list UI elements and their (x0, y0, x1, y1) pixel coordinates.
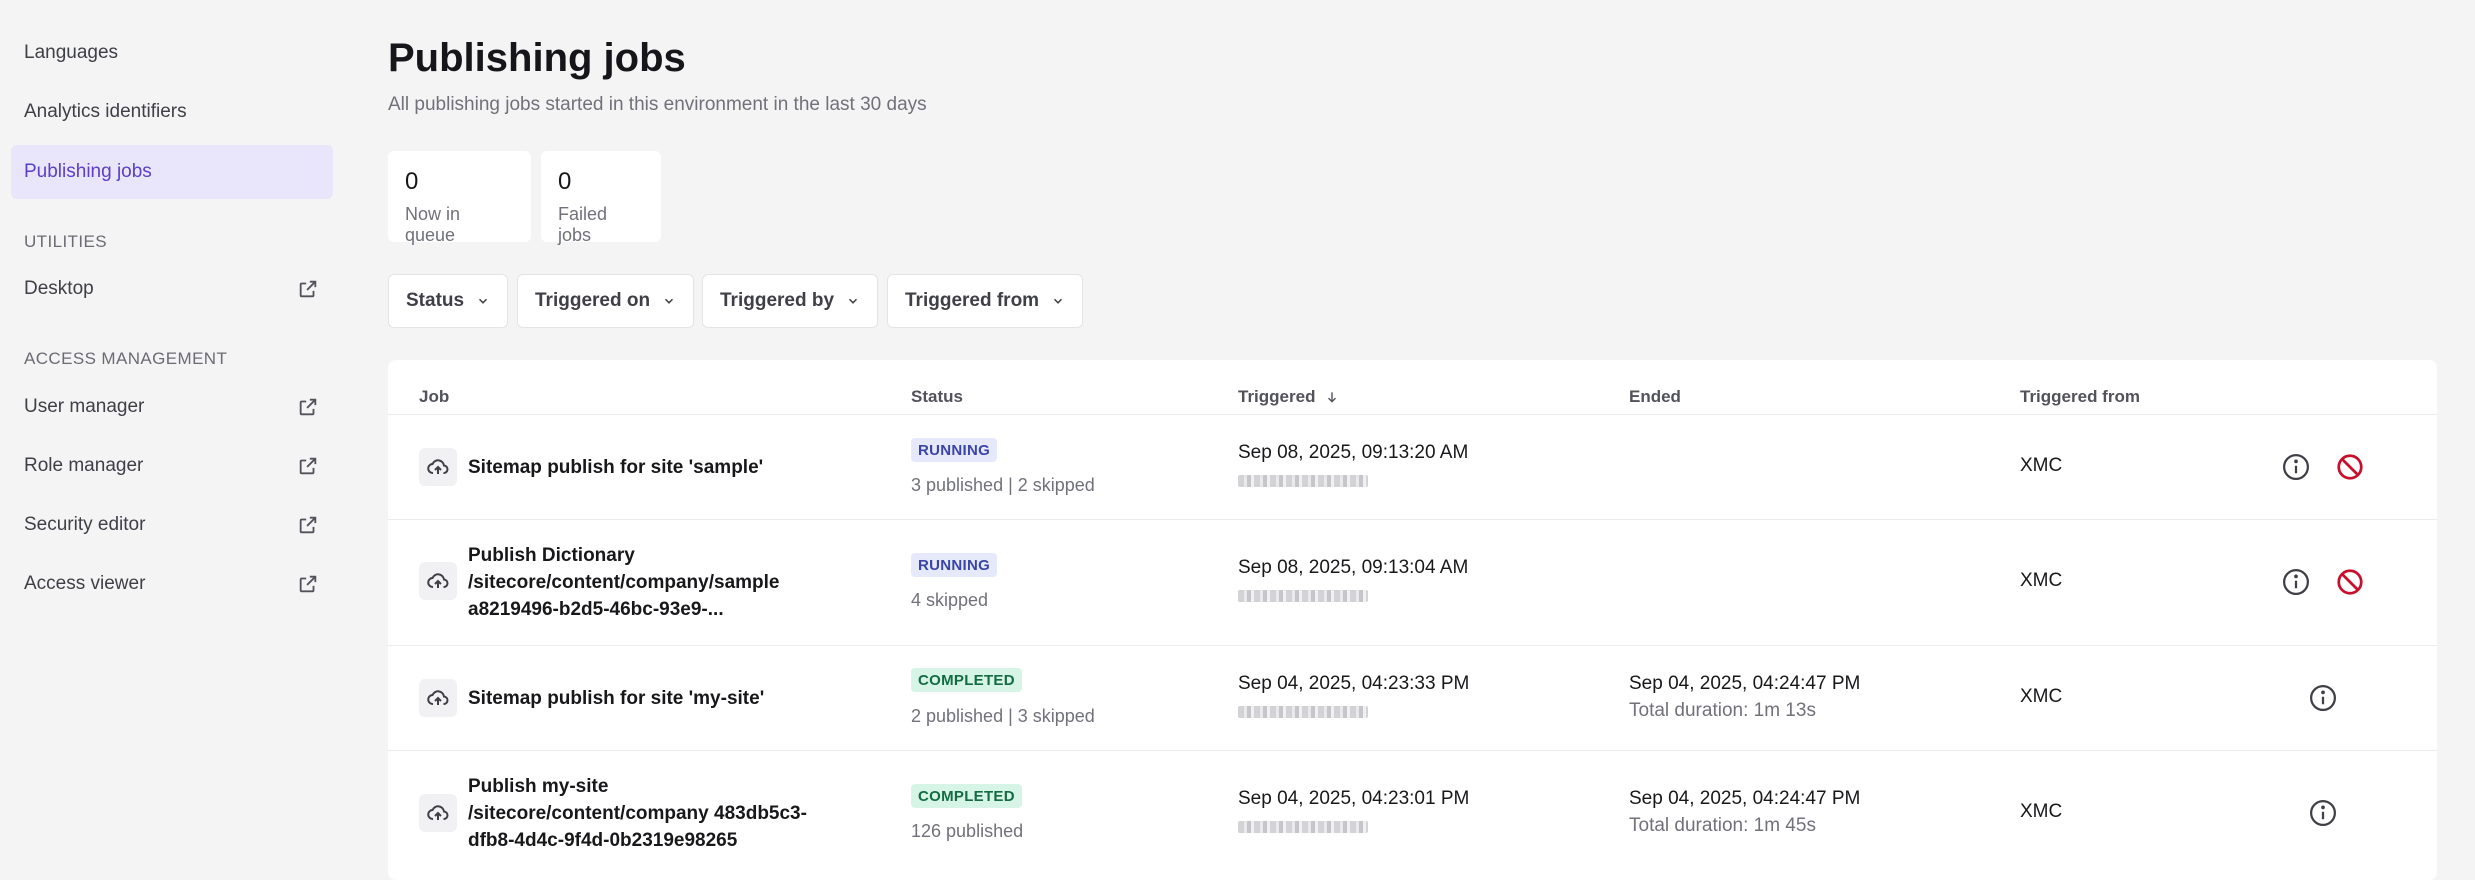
column-header-label: Triggered (1238, 387, 1316, 406)
sidebar-item-label: Security editor (24, 514, 146, 535)
triggered-from: XMC (2020, 801, 2063, 822)
chevron-down-icon (1054, 298, 1063, 304)
filter-triggered-by-button[interactable]: Triggered by (702, 274, 879, 328)
ended-time: Sep 04, 2025, 04:24:47 PM (1629, 673, 1861, 694)
status-badge: COMPLETED (911, 668, 1022, 692)
total-duration: Total duration: 1m 45s (1629, 815, 1816, 836)
triggered-by-redacted (1238, 475, 1368, 487)
filter-label: Triggered by (720, 290, 835, 311)
sidebar-item-label: Desktop (24, 278, 94, 299)
sidebar-item-label: Publishing jobs (24, 161, 152, 182)
table-row[interactable]: Publish my-site /sitecore/content/compan… (388, 750, 2437, 880)
sidebar-item-role-manager[interactable]: Role manager (11, 439, 333, 493)
info-icon[interactable] (2280, 566, 2312, 598)
table-row[interactable]: Sitemap publish for site 'my-site' COMPL… (388, 645, 2437, 751)
column-header-status: Status (911, 387, 963, 406)
column-header-job: Job (419, 387, 450, 406)
filter-label: Triggered from (905, 290, 1040, 311)
triggered-time: Sep 08, 2025, 09:13:20 AM (1238, 442, 1469, 463)
sidebar-item-analytics-identifiers[interactable]: Analytics identifiers (11, 85, 333, 139)
cloud-upload-icon (419, 562, 457, 600)
chevron-down-icon (665, 298, 674, 304)
stat-card-now-in-queue: 0 Now in queue (388, 151, 531, 245)
status-badge: COMPLETED (911, 784, 1022, 808)
job-name: Publish my-site /sitecore/content/compan… (468, 776, 807, 851)
triggered-from: XMC (2020, 455, 2063, 476)
stat-value: 0 (405, 168, 419, 195)
status-badge: RUNNING (911, 553, 998, 577)
filter-triggered-from-button[interactable]: Triggered from (887, 274, 1084, 328)
status-detail: 2 published | 3 skipped (911, 706, 1095, 726)
stat-label: Failed jobs (558, 204, 608, 245)
sidebar-item-label: Role manager (24, 455, 144, 476)
jobs-table: Job Status Triggered Ended Triggered fro… (388, 360, 2437, 880)
section-label-utilities: UTILITIES (24, 232, 107, 251)
column-header-ended: Ended (1629, 387, 1681, 406)
triggered-time: Sep 04, 2025, 04:23:33 PM (1238, 673, 1470, 694)
cloud-upload-icon (419, 679, 457, 717)
sidebar-item-access-viewer[interactable]: Access viewer (11, 557, 333, 611)
sort-arrow-down-icon (1328, 392, 1337, 403)
sidebar-item-label: User manager (24, 396, 145, 417)
page-title: Publishing jobs (388, 36, 686, 80)
external-link-icon (299, 457, 317, 475)
total-duration: Total duration: 1m 13s (1629, 700, 1816, 721)
filter-triggered-on-button[interactable]: Triggered on (517, 274, 695, 328)
triggered-from: XMC (2020, 570, 2063, 591)
sidebar-item-security-editor[interactable]: Security editor (11, 498, 333, 552)
stat-value: 0 (558, 168, 572, 195)
triggered-from: XMC (2020, 686, 2063, 707)
chevron-down-icon (848, 298, 858, 304)
sidebar-item-desktop[interactable]: Desktop (11, 262, 333, 316)
cloud-upload-icon (419, 448, 457, 486)
sidebar-item-label: Languages (24, 42, 119, 63)
section-label-access-management: ACCESS MANAGEMENT (24, 349, 228, 368)
sidebar-item-languages[interactable]: Languages (11, 26, 333, 80)
sidebar-item-label: Access viewer (24, 573, 146, 594)
page-subtitle: All publishing jobs started in this envi… (388, 94, 927, 115)
ended-time: Sep 04, 2025, 04:24:47 PM (1629, 788, 1861, 809)
status-detail: 4 skipped (911, 590, 989, 610)
external-link-icon (299, 516, 317, 534)
filter-status-button[interactable]: Status (388, 274, 509, 328)
sidebar-item-user-manager[interactable]: User manager (11, 380, 333, 434)
job-name: Sitemap publish for site 'my-site' (468, 688, 765, 709)
info-icon[interactable] (2280, 451, 2312, 483)
status-detail: 126 published (911, 821, 1024, 841)
triggered-by-redacted (1238, 590, 1368, 602)
triggered-by-redacted (1238, 821, 1368, 833)
job-name: Sitemap publish for site 'sample' (468, 457, 764, 478)
stat-card-failed-jobs: 0 Failed jobs (541, 151, 661, 245)
triggered-by-redacted (1238, 706, 1368, 718)
column-header-triggered[interactable]: Triggered (1238, 387, 1339, 407)
filter-label: Triggered on (535, 290, 651, 311)
column-header-triggered-from: Triggered from (2020, 387, 2140, 406)
sidebar-item-publishing-jobs[interactable]: Publishing jobs (11, 145, 333, 199)
status-detail: 3 published | 2 skipped (911, 475, 1095, 495)
sidebar: Languages Analytics identifiers Publishi… (0, 0, 346, 872)
job-name: Publish Dictionary /sitecore/content/com… (468, 545, 780, 620)
external-link-icon (299, 575, 317, 593)
info-icon[interactable] (2307, 797, 2339, 829)
external-link-icon (299, 398, 317, 416)
sidebar-item-label: Analytics identifiers (24, 101, 187, 122)
cancel-job-icon[interactable] (2334, 451, 2366, 483)
cancel-job-icon[interactable] (2334, 566, 2366, 598)
external-link-icon (299, 280, 317, 298)
table-row[interactable]: Sitemap publish for site 'sample' RUNNIN… (388, 414, 2437, 520)
triggered-time: Sep 04, 2025, 04:23:01 PM (1238, 788, 1470, 809)
cloud-upload-icon (419, 794, 457, 832)
filter-label: Status (406, 290, 465, 311)
triggered-time: Sep 08, 2025, 09:13:04 AM (1238, 557, 1469, 578)
stat-label: Now in queue (405, 204, 461, 245)
status-badge: RUNNING (911, 438, 998, 462)
chevron-down-icon (479, 298, 488, 304)
table-row[interactable]: Publish Dictionary /sitecore/content/com… (388, 519, 2437, 646)
info-icon[interactable] (2307, 682, 2339, 714)
